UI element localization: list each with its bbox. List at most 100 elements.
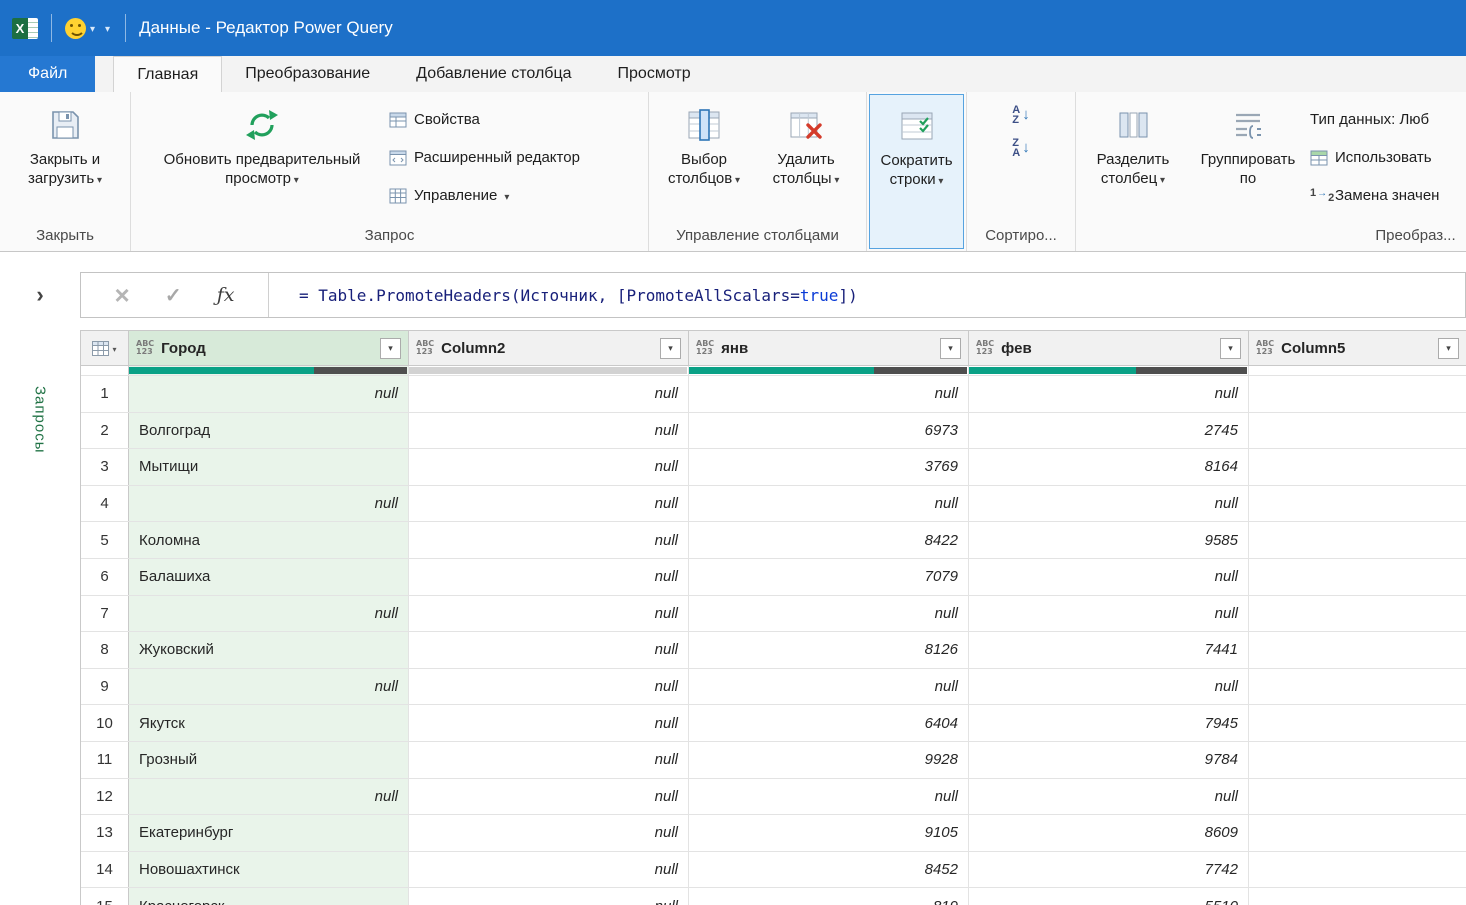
cell[interactable]: null	[129, 596, 409, 632]
row-number[interactable]: 13	[81, 815, 129, 851]
row-number[interactable]: 10	[81, 705, 129, 741]
cell[interactable]: Екатеринбург	[129, 815, 409, 851]
cell[interactable]: null	[129, 376, 409, 412]
cell[interactable]: 819	[689, 888, 969, 905]
remove-columns-button[interactable]: Удалить столбцы	[755, 97, 857, 193]
split-column-button[interactable]: Разделить столбец	[1080, 97, 1186, 193]
use-first-row-as-headers-button[interactable]: Использовать	[1310, 144, 1439, 171]
cell[interactable]: Волгоград	[129, 413, 409, 449]
column-type-icon[interactable]: ABC123	[1256, 340, 1274, 356]
tab-transform[interactable]: Преобразование	[222, 56, 393, 92]
replace-values-button[interactable]: 12 Замена значен	[1310, 182, 1439, 209]
cell[interactable]: null	[689, 486, 969, 522]
cell[interactable]	[1249, 376, 1466, 412]
cell[interactable]: null	[689, 669, 969, 705]
cell[interactable]: null	[409, 413, 689, 449]
cell[interactable]: null	[409, 669, 689, 705]
cell[interactable]	[1249, 779, 1466, 815]
column-filter-button[interactable]	[380, 338, 401, 359]
cell[interactable]: 7079	[689, 559, 969, 595]
row-number[interactable]: 15	[81, 888, 129, 905]
column-filter-button[interactable]	[660, 338, 681, 359]
cell[interactable]: null	[409, 449, 689, 485]
cell[interactable]: null	[409, 522, 689, 558]
cancel-formula-icon[interactable]	[115, 280, 130, 311]
cell[interactable]: null	[969, 596, 1249, 632]
properties-button[interactable]: Свойства	[389, 106, 580, 133]
cell[interactable]: 6404	[689, 705, 969, 741]
row-number[interactable]: 7	[81, 596, 129, 632]
column-header-1[interactable]: ABC123Город	[129, 331, 409, 365]
data-type-button[interactable]: Тип данных: Люб	[1310, 106, 1439, 133]
cell[interactable]: 9105	[689, 815, 969, 851]
cell[interactable]: null	[129, 486, 409, 522]
queries-pane-label[interactable]: Запросы	[32, 386, 49, 454]
cell[interactable]: null	[129, 669, 409, 705]
column-type-icon[interactable]: ABC123	[416, 340, 434, 356]
column-header-4[interactable]: ABC123фев	[969, 331, 1249, 365]
feedback-smiley-button[interactable]	[61, 15, 99, 42]
row-number[interactable]: 14	[81, 852, 129, 888]
cell[interactable]	[1249, 669, 1466, 705]
close-and-load-button[interactable]: Закрыть и загрузить	[5, 97, 125, 193]
table-corner-button[interactable]	[81, 331, 129, 365]
cell[interactable]: null	[689, 779, 969, 815]
sort-descending-button[interactable]: ZA	[1006, 136, 1035, 160]
cell[interactable]	[1249, 486, 1466, 522]
cell[interactable]	[1249, 705, 1466, 741]
cell[interactable]: null	[689, 596, 969, 632]
row-number[interactable]: 3	[81, 449, 129, 485]
tab-add-column[interactable]: Добавление столбца	[393, 56, 594, 92]
row-number[interactable]: 2	[81, 413, 129, 449]
group-by-button[interactable]: Группировать по	[1186, 97, 1310, 191]
cell[interactable]	[1249, 522, 1466, 558]
cell[interactable]: 8126	[689, 632, 969, 668]
expand-queries-pane-icon[interactable]	[36, 282, 43, 308]
cell[interactable]: 5510	[969, 888, 1249, 905]
column-type-icon[interactable]: ABC123	[696, 340, 714, 356]
quick-access-toolbar-dropdown[interactable]	[99, 16, 116, 40]
cell[interactable]	[1249, 596, 1466, 632]
cell[interactable]: 9928	[689, 742, 969, 778]
row-number[interactable]: 12	[81, 779, 129, 815]
cell[interactable]: 9585	[969, 522, 1249, 558]
column-header-2[interactable]: ABC123Column2	[409, 331, 689, 365]
cell[interactable]: null	[409, 559, 689, 595]
cell[interactable]: Новошахтинск	[129, 852, 409, 888]
reduce-rows-button[interactable]: Сократить строки	[869, 94, 964, 249]
column-header-5[interactable]: ABC123Column5	[1249, 331, 1466, 365]
tab-home[interactable]: Главная	[113, 56, 222, 92]
choose-columns-button[interactable]: Выбор столбцов	[653, 97, 755, 193]
row-number[interactable]: 6	[81, 559, 129, 595]
refresh-preview-button[interactable]: Обновить предварительный просмотр	[135, 97, 389, 193]
cell[interactable]	[1249, 888, 1466, 905]
row-number[interactable]: 9	[81, 669, 129, 705]
cell[interactable]: Красногорск	[129, 888, 409, 905]
row-number[interactable]: 4	[81, 486, 129, 522]
row-number[interactable]: 11	[81, 742, 129, 778]
cell[interactable]: null	[409, 852, 689, 888]
cell[interactable]: null	[969, 779, 1249, 815]
cell[interactable]: 8164	[969, 449, 1249, 485]
cell[interactable]: null	[409, 815, 689, 851]
cell[interactable]: Коломна	[129, 522, 409, 558]
cell[interactable]: null	[969, 669, 1249, 705]
column-filter-button[interactable]	[1220, 338, 1241, 359]
cell[interactable]: null	[129, 779, 409, 815]
cell[interactable]: 7742	[969, 852, 1249, 888]
cell[interactable]: null	[969, 486, 1249, 522]
cell[interactable]: null	[409, 779, 689, 815]
cell[interactable]: 7945	[969, 705, 1249, 741]
cell[interactable]	[1249, 413, 1466, 449]
cell[interactable]: null	[409, 376, 689, 412]
cell[interactable]: 8452	[689, 852, 969, 888]
cell[interactable]: 8422	[689, 522, 969, 558]
row-number[interactable]: 8	[81, 632, 129, 668]
cell[interactable]	[1249, 559, 1466, 595]
cell[interactable]: null	[969, 376, 1249, 412]
cell[interactable]: null	[409, 632, 689, 668]
cell[interactable]: Мытищи	[129, 449, 409, 485]
cell[interactable]: 2745	[969, 413, 1249, 449]
column-filter-button[interactable]	[1438, 338, 1459, 359]
cell[interactable]: Грозный	[129, 742, 409, 778]
